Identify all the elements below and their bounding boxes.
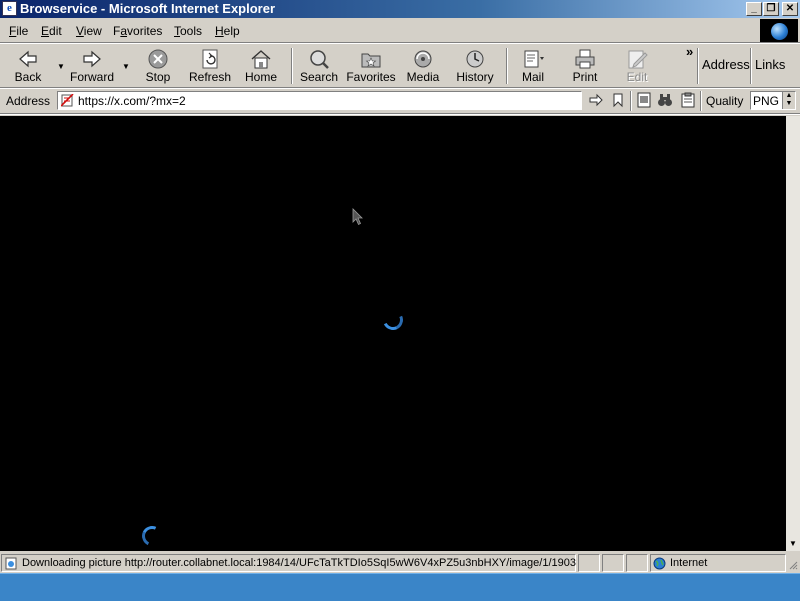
address-url: https://x.com/?mx=2	[78, 94, 186, 108]
mail-button[interactable]: Mail	[514, 46, 552, 84]
toolbar-separator	[697, 48, 699, 84]
loading-spinner-icon	[139, 523, 165, 549]
status-text: Downloading picture http://router.collab…	[22, 557, 576, 569]
status-pane	[578, 554, 600, 572]
loading-spinner-icon	[380, 307, 406, 333]
toolbar-separator	[291, 48, 293, 84]
refresh-button[interactable]: Refresh	[186, 46, 234, 84]
refresh-icon	[202, 49, 218, 69]
divider	[0, 113, 800, 115]
address-separator	[630, 91, 632, 111]
scroll-down-icon[interactable]: ▼	[786, 537, 800, 551]
address-separator	[700, 91, 702, 111]
address-input[interactable]: https://x.com/?mx=2	[57, 91, 582, 110]
favorites-button[interactable]: Favorites	[344, 46, 398, 84]
status-bar: Downloading picture http://router.collab…	[0, 553, 800, 573]
page-view-icon[interactable]	[636, 92, 652, 108]
page-loading-icon	[5, 557, 17, 570]
home-icon	[251, 50, 271, 69]
taskbar	[0, 573, 800, 601]
standard-toolbar: Back ▼ Forward ▼ Stop Refresh Home Searc…	[0, 44, 800, 86]
insecure-page-icon	[61, 94, 74, 107]
forward-dropdown-icon[interactable]: ▼	[122, 62, 130, 71]
quality-select[interactable]: PNG ▲ ▼	[750, 91, 796, 110]
search-icon	[310, 50, 329, 69]
favorites-folder-icon	[361, 53, 381, 68]
print-button[interactable]: Print	[566, 46, 604, 84]
address-label: Address	[6, 94, 51, 108]
toolbar-chevron-icon[interactable]: »	[686, 44, 693, 59]
forward-arrow-icon	[83, 50, 101, 68]
menu-bar: File Edit View Favorites Tools Help	[0, 20, 800, 42]
clipboard-icon[interactable]	[680, 92, 696, 108]
quality-value: PNG	[753, 94, 780, 108]
history-button[interactable]: History	[455, 46, 495, 84]
menu-favorites[interactable]: Favorites	[113, 24, 162, 38]
find-binoculars-icon[interactable]	[657, 92, 673, 108]
search-button[interactable]: Search	[300, 46, 338, 84]
address-bar: Address https://x.com/?mx=2 Quality PNG …	[0, 89, 800, 113]
vertical-scrollbar[interactable]: ▼	[786, 116, 800, 551]
stop-icon	[148, 49, 168, 69]
printer-icon	[575, 49, 595, 69]
menu-view[interactable]: View	[76, 24, 102, 38]
links-toolbar-label[interactable]: Links	[755, 57, 785, 72]
status-pane	[602, 554, 624, 572]
resize-grip-icon[interactable]	[788, 559, 798, 571]
zone-label: Internet	[670, 557, 708, 569]
edit-page-icon	[628, 50, 648, 69]
mail-icon	[524, 50, 544, 68]
globe-icon	[771, 23, 788, 40]
media-button[interactable]: Media	[404, 46, 442, 84]
quality-label: Quality	[706, 94, 744, 108]
ie-throbber	[760, 19, 798, 44]
window-title: Browservice - Microsoft Internet Explore…	[20, 1, 276, 16]
home-button[interactable]: Home	[242, 46, 280, 84]
quality-spinner-icon[interactable]: ▲ ▼	[782, 92, 795, 109]
toolbar-separator	[506, 48, 508, 84]
security-zone-pane: Internet	[650, 554, 786, 572]
page-viewport[interactable]	[0, 116, 786, 551]
edit-button[interactable]: Edit	[620, 46, 654, 84]
status-message-pane: Downloading picture http://router.collab…	[1, 554, 576, 572]
history-icon	[466, 50, 484, 68]
maximize-button[interactable]: ❐	[763, 2, 779, 16]
minimize-button[interactable]: _	[746, 2, 762, 16]
mouse-cursor-icon	[352, 208, 363, 226]
back-arrow-icon	[19, 50, 37, 68]
address-toolbar-label[interactable]: Address	[702, 57, 750, 72]
menu-file[interactable]: File	[9, 24, 28, 38]
back-dropdown-icon[interactable]: ▼	[57, 62, 65, 71]
media-icon	[414, 50, 432, 68]
menu-edit[interactable]: Edit	[41, 24, 62, 38]
stop-button[interactable]: Stop	[138, 46, 178, 84]
bookmark-icon[interactable]	[610, 92, 626, 108]
toolbar-separator	[750, 48, 752, 84]
internet-globe-icon	[653, 557, 666, 570]
status-pane	[626, 554, 648, 572]
title-bar: e Browservice - Microsoft Internet Explo…	[0, 0, 800, 18]
menu-tools[interactable]: Tools	[174, 24, 202, 38]
menu-help[interactable]: Help	[215, 24, 240, 38]
ie-app-icon: e	[2, 1, 17, 16]
close-button[interactable]: ✕	[782, 2, 798, 16]
forward-button[interactable]: Forward	[68, 46, 116, 84]
go-arrow-icon[interactable]	[588, 92, 604, 108]
back-button[interactable]: Back	[8, 46, 48, 84]
